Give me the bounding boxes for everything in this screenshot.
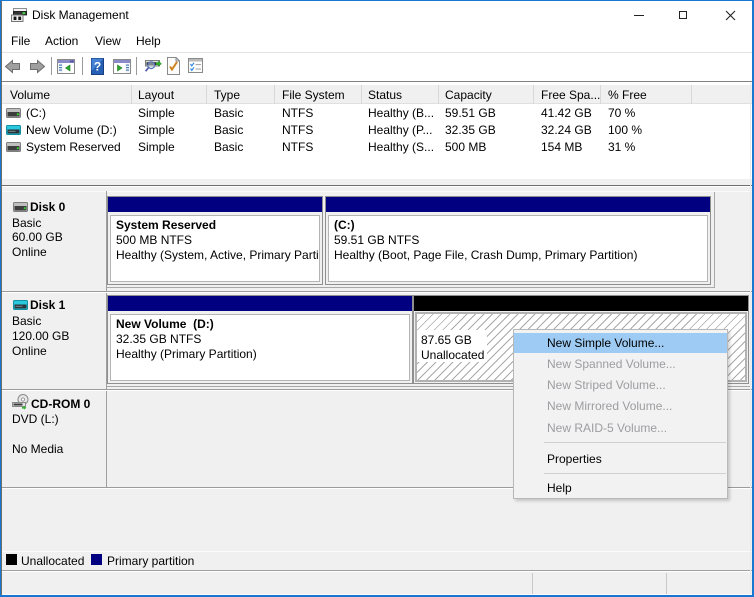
svg-text:?: ?	[94, 60, 101, 74]
